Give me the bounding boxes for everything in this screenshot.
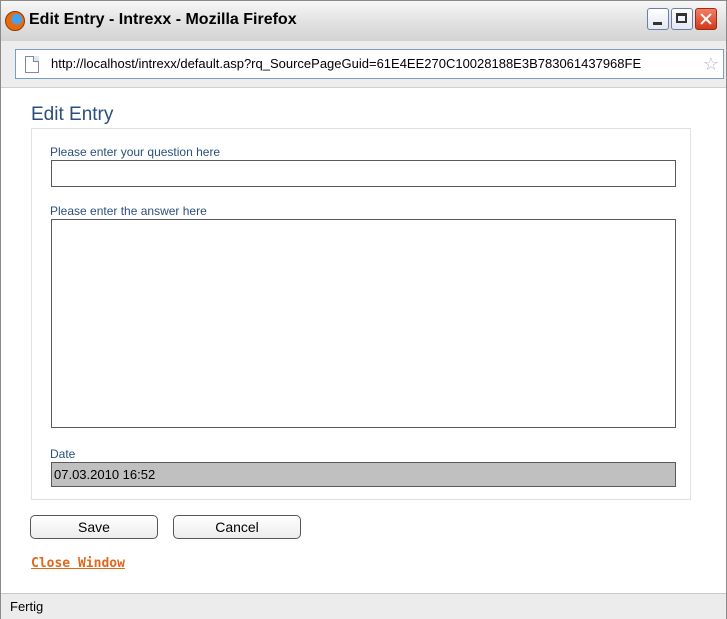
- status-bar: Fertig: [1, 593, 726, 619]
- close-window-link[interactable]: Close Window: [31, 556, 125, 571]
- question-input[interactable]: [51, 160, 676, 187]
- date-label: Date: [50, 447, 76, 461]
- minimize-button[interactable]: [647, 8, 669, 30]
- question-label: Please enter your question here: [50, 145, 221, 159]
- answer-textarea[interactable]: [51, 219, 676, 428]
- save-button[interactable]: Save: [30, 515, 158, 539]
- close-button[interactable]: [695, 8, 717, 30]
- browser-window: Edit Entry - Intrexx - Mozilla Firefox h…: [0, 0, 727, 619]
- entry-form: Please enter your question here Please e…: [31, 128, 691, 500]
- address-bar-area: http://localhost/intrexx/default.asp?rq_…: [1, 41, 726, 88]
- answer-label: Please enter the answer here: [50, 204, 207, 218]
- cancel-button[interactable]: Cancel: [173, 515, 301, 539]
- star-icon[interactable]: ☆: [703, 54, 719, 74]
- page-icon: [25, 56, 39, 73]
- url-text[interactable]: http://localhost/intrexx/default.asp?rq_…: [51, 56, 693, 71]
- status-text: Fertig: [10, 599, 44, 614]
- window-title: Edit Entry - Intrexx - Mozilla Firefox: [29, 11, 297, 28]
- date-field: 07.03.2010 16:52: [51, 462, 676, 487]
- page-content: Edit Entry Please enter your question he…: [1, 88, 726, 593]
- maximize-button[interactable]: [671, 8, 693, 30]
- url-field[interactable]: http://localhost/intrexx/default.asp?rq_…: [15, 49, 724, 79]
- firefox-icon: [5, 11, 25, 31]
- page-title: Edit Entry: [31, 104, 114, 125]
- title-bar[interactable]: Edit Entry - Intrexx - Mozilla Firefox: [1, 1, 726, 42]
